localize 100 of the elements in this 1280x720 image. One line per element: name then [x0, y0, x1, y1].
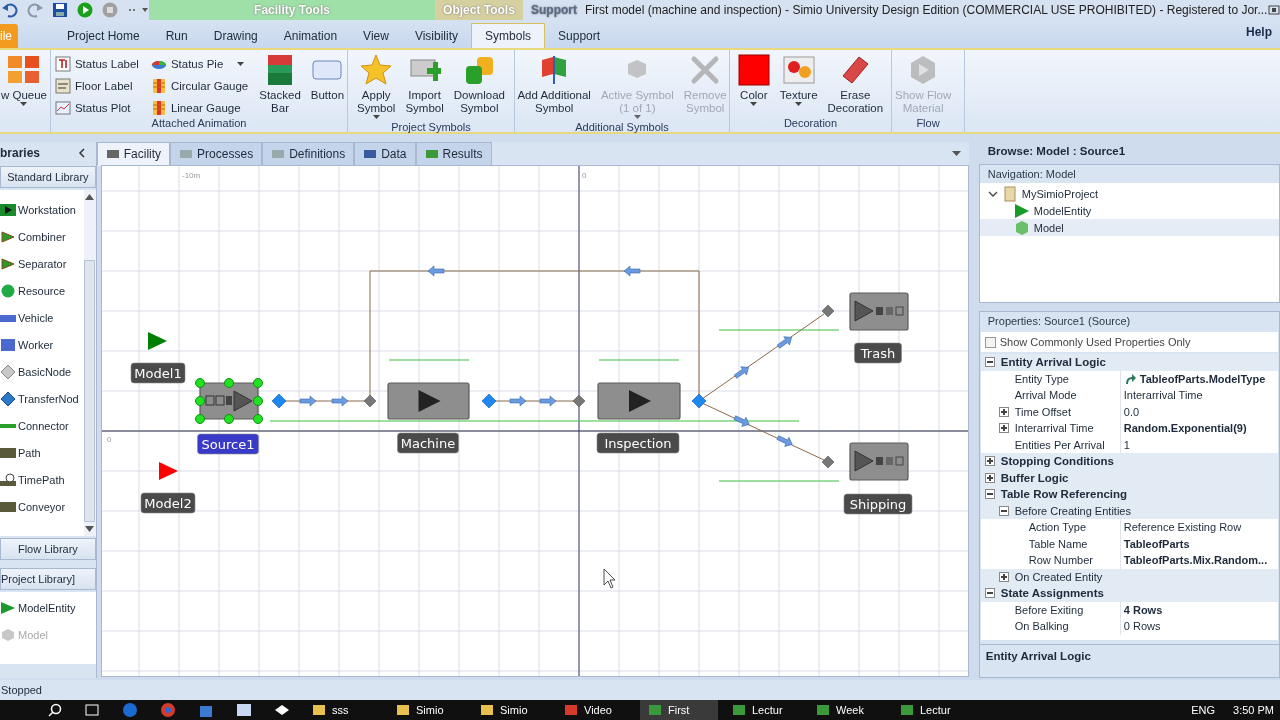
- object-label[interactable]: Machine: [396, 432, 459, 454]
- run-icon[interactable]: [77, 2, 93, 18]
- clock-text[interactable]: 3:50 PM: [1227, 704, 1280, 716]
- scroll-down-icon[interactable]: [85, 526, 95, 532]
- ribbon-button[interactable]: Import Symbol: [402, 52, 447, 117]
- property-value[interactable]: 4 Rows: [1123, 603, 1163, 616]
- ribbon-button[interactable]: Status Pie: [146, 54, 253, 73]
- app-icon[interactable]: [236, 702, 252, 718]
- object-label[interactable]: Inspection: [596, 432, 680, 454]
- taskbar-button[interactable]: Lectur: [724, 700, 802, 720]
- expander-icon[interactable]: [984, 588, 995, 599]
- taskbar-button[interactable]: First: [640, 700, 718, 720]
- taskbar-button[interactable]: Video: [556, 700, 634, 720]
- property-value[interactable]: TableofParts.ModelType: [1139, 372, 1266, 385]
- tree-item[interactable]: Model: [979, 219, 1279, 236]
- expander-icon[interactable]: [984, 456, 995, 467]
- node-marker[interactable]: [821, 304, 835, 318]
- ribbon-tab[interactable]: Visibility: [401, 24, 472, 48]
- path-link[interactable]: [701, 402, 825, 461]
- ribbon-button[interactable]: Color: [734, 52, 773, 108]
- path-link[interactable]: [369, 265, 700, 398]
- library-item[interactable]: Worker: [0, 331, 84, 358]
- ribbon-button[interactable]: Stacked Bar: [256, 52, 304, 117]
- node-marker[interactable]: [691, 393, 707, 409]
- library-item[interactable]: Workstation: [0, 196, 84, 223]
- ribbon-tab[interactable]: Support: [545, 24, 614, 48]
- window-icon[interactable]: [1267, 4, 1280, 16]
- library-header[interactable]: Project Library]: [0, 568, 96, 590]
- property-value[interactable]: TableofParts: [1123, 537, 1190, 550]
- node-marker[interactable]: [821, 455, 835, 469]
- dropdown-icon[interactable]: [951, 151, 961, 156]
- taskbar-button[interactable]: Simio: [388, 700, 466, 720]
- ribbon-button[interactable]: Button: [307, 52, 348, 104]
- ribbon-tab[interactable]: Project Home: [54, 24, 153, 48]
- object-label[interactable]: Trash: [853, 342, 902, 364]
- collapse-icon[interactable]: [77, 148, 86, 158]
- search-icon[interactable]: [48, 703, 62, 717]
- expander-icon[interactable]: [998, 406, 1009, 417]
- expander-icon[interactable]: [984, 357, 995, 368]
- help-tab[interactable]: Help: [1246, 20, 1280, 48]
- library-item[interactable]: Conveyor: [0, 493, 84, 520]
- document-tab[interactable]: Results: [415, 141, 492, 166]
- property-value[interactable]: 0.0: [1123, 405, 1140, 418]
- property-value[interactable]: TableofParts.Mix.Random...: [1123, 554, 1268, 567]
- scroll-thumb[interactable]: [84, 260, 96, 522]
- library-item[interactable]: Separator: [0, 250, 84, 277]
- sink-block[interactable]: [849, 442, 909, 481]
- library-item[interactable]: Path: [0, 439, 84, 466]
- ribbon-button[interactable]: Status Plot: [50, 98, 143, 117]
- ribbon-tab[interactable]: Run: [152, 24, 201, 48]
- object-label[interactable]: Model1: [130, 362, 186, 384]
- expander-icon[interactable]: [998, 571, 1009, 582]
- expander-icon[interactable]: [984, 489, 995, 500]
- language-indicator[interactable]: ENG: [1185, 704, 1222, 716]
- tree-item[interactable]: ModelEntity: [979, 202, 1279, 219]
- server-block[interactable]: [597, 382, 681, 420]
- property-value[interactable]: 0 Rows: [1123, 620, 1161, 633]
- property-value[interactable]: Random.Exponential(9): [1123, 422, 1247, 435]
- expander-icon[interactable]: [998, 423, 1009, 434]
- caret-icon[interactable]: [795, 102, 803, 106]
- browser-icon[interactable]: [122, 702, 138, 718]
- scroll-up-icon[interactable]: [85, 194, 95, 200]
- document-tab[interactable]: Processes: [170, 141, 263, 166]
- entity-symbol[interactable]: [158, 462, 178, 480]
- checkbox[interactable]: [984, 336, 996, 348]
- node-marker[interactable]: [363, 394, 377, 408]
- library-item[interactable]: TransferNod: [0, 385, 84, 412]
- tree-item[interactable]: MySimioProject: [979, 185, 1279, 202]
- path-link[interactable]: [701, 313, 825, 400]
- server-block[interactable]: [387, 382, 470, 420]
- ribbon-button[interactable]: Add Additional Symbol: [514, 52, 594, 117]
- node-marker[interactable]: [481, 393, 497, 409]
- ribbon-button[interactable]: Erase Decoration: [824, 52, 887, 117]
- document-tab[interactable]: Facility: [96, 141, 171, 166]
- caret-icon[interactable]: [750, 102, 758, 106]
- property-value[interactable]: Reference Existing Row: [1123, 521, 1242, 534]
- expander-icon[interactable]: [984, 472, 995, 483]
- sink-block[interactable]: [849, 292, 909, 331]
- browser-icon[interactable]: [160, 702, 176, 718]
- ribbon-button[interactable]: Download Symbol: [450, 52, 508, 117]
- library-item[interactable]: Resource: [0, 277, 84, 304]
- library-header[interactable]: Standard Library: [0, 166, 96, 188]
- ribbon-button[interactable]: Apply Symbol: [354, 52, 399, 121]
- undo-icon[interactable]: [2, 2, 18, 18]
- object-label[interactable]: Model2: [140, 492, 196, 514]
- object-label[interactable]: Source1: [196, 433, 259, 455]
- taskbar-button[interactable]: Week: [808, 700, 886, 720]
- expander-icon[interactable]: [998, 505, 1009, 516]
- object-label[interactable]: Shipping: [843, 493, 913, 515]
- ribbon-button[interactable]: Circular Gauge: [146, 76, 253, 95]
- taskbar-button[interactable]: Lectur: [892, 700, 970, 720]
- ribbon-button[interactable]: Status Label: [50, 54, 143, 73]
- library-item[interactable]: Vehicle: [0, 304, 84, 331]
- node-marker[interactable]: [271, 393, 287, 409]
- document-tab[interactable]: Data: [354, 141, 416, 166]
- library-item[interactable]: Connector: [0, 412, 84, 439]
- ribbon-button[interactable]: w Queue: [0, 52, 50, 108]
- entity-symbol[interactable]: [147, 332, 167, 350]
- library-item[interactable]: Combiner: [0, 223, 84, 250]
- library-header[interactable]: Flow Library: [0, 538, 96, 560]
